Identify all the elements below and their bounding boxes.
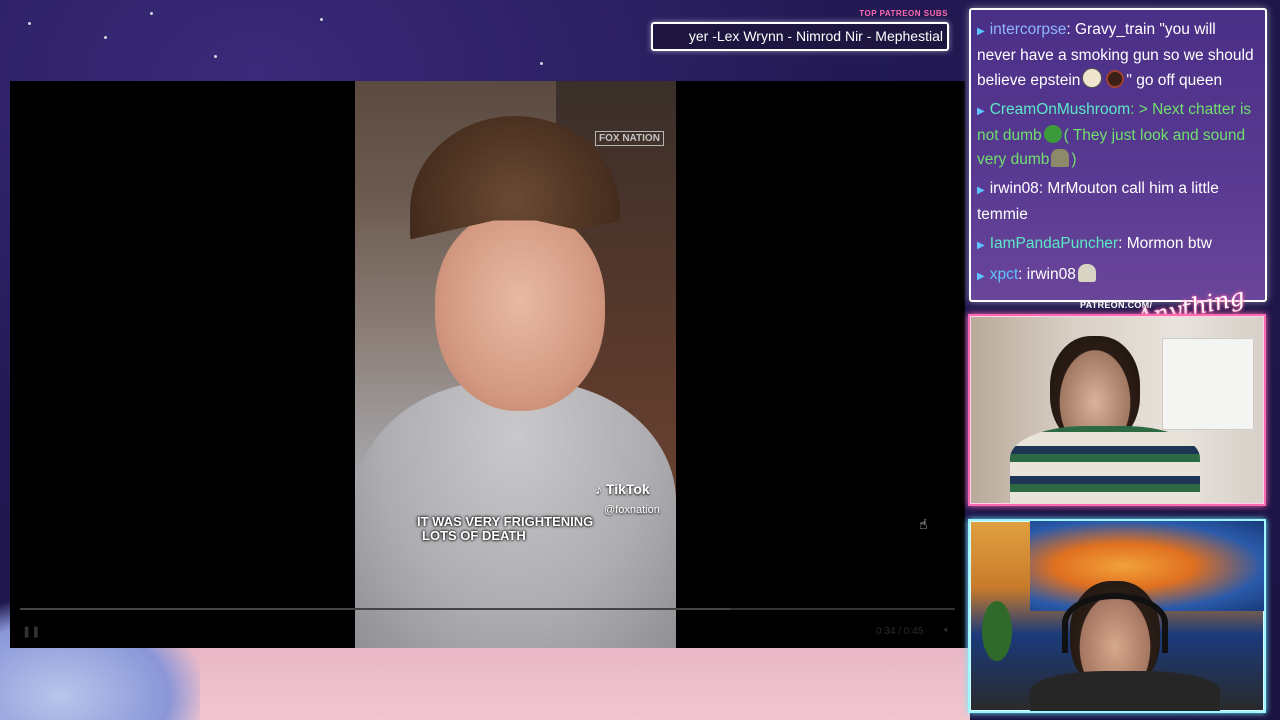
face-emote-icon <box>1082 68 1103 88</box>
background-star <box>150 12 153 15</box>
video-player[interactable]: FOX NATION ♪ TikTok @foxnation IT WAS VE… <box>10 81 965 648</box>
chat-message: ▶ CreamOnMushroom: > Next chatter is not … <box>977 98 1257 172</box>
dresser <box>1162 338 1254 430</box>
chat-panel[interactable]: ▶ intercorpse: Gravy_train "you will neve… <box>969 8 1267 302</box>
chat-message: ▶ intercorpse: Gravy_train "you will neve… <box>977 18 1257 93</box>
progress-fill <box>20 608 731 610</box>
plant <box>982 601 1012 661</box>
webcam-streamer-2 <box>968 519 1266 713</box>
background-star <box>28 22 31 25</box>
top-patreon-subs-label: TOP PATREON SUBS <box>859 9 948 18</box>
background-star <box>104 36 107 39</box>
chat-badge-icon: ▶ <box>977 185 985 196</box>
caption-line-2: LOTS OF DEATH <box>422 528 526 543</box>
chat-username[interactable]: IamPandaPuncher <box>990 235 1118 252</box>
chat-badge-icon: ▶ <box>977 26 985 37</box>
hat-emote-icon <box>1051 149 1070 167</box>
chat-username[interactable]: CreamOnMushroom <box>990 101 1130 118</box>
chat-text: " go off queen <box>1126 72 1223 89</box>
fox-nation-watermark: FOX NATION <box>595 131 664 146</box>
video-frame[interactable]: FOX NATION ♪ TikTok @foxnation IT WAS VE… <box>355 81 676 648</box>
chat-username[interactable]: irwin08 <box>990 180 1039 197</box>
chat-text: ) <box>1071 151 1077 168</box>
person-face <box>435 211 605 411</box>
patreon-subs-names: yer -Lex Wrynn - Nimrod Nir - Mephestial <box>688 28 943 44</box>
webcam-streamer-1 <box>968 314 1266 506</box>
chat-text: : Mormon btw <box>1118 235 1212 252</box>
chat-username[interactable]: intercorpse <box>990 21 1067 38</box>
chat-badge-icon: ▶ <box>977 271 985 282</box>
background-star <box>320 18 323 21</box>
chat-badge-icon: ▶ <box>977 240 985 251</box>
chat-badge-icon: ▶ <box>977 106 985 117</box>
frog-emote-icon <box>1043 125 1062 143</box>
time-readout: 0:34 / 0:45 <box>876 626 924 637</box>
chat-username[interactable]: xpct <box>990 266 1018 283</box>
caption-line-1: IT WAS VERY FRIGHTENING <box>417 514 594 529</box>
background-star <box>214 55 217 58</box>
chat-messages: ▶ intercorpse: Gravy_train "you will neve… <box>977 18 1257 294</box>
dark-emote-icon <box>1106 70 1125 88</box>
tiktok-logo: ♪ TikTok <box>595 481 650 497</box>
volume-icon[interactable]: 🔈︎ <box>944 624 951 637</box>
streamer-2-shirt <box>1030 671 1220 711</box>
video-caption: IT WAS VERY FRIGHTENING LOTS OF DEATH <box>417 515 617 543</box>
chat-message: ▶ xpct: irwin08 <box>977 263 1257 289</box>
chat-message: ▶ irwin08: MrMouton call him a little tem… <box>977 177 1257 227</box>
background-star <box>540 62 543 65</box>
ghost-emote-icon <box>1077 264 1096 282</box>
streamer-1-sweater <box>1010 426 1200 504</box>
pause-button[interactable]: ❚❚ <box>22 625 40 638</box>
patreon-subs-ticker: yer -Lex Wrynn - Nimrod Nir - Mephestial <box>651 22 949 51</box>
headphones-icon <box>1062 593 1168 653</box>
chat-message: ▶ IamPandaPuncher: Mormon btw <box>977 232 1257 258</box>
chat-text: : irwin08 <box>1018 266 1076 283</box>
mouse-cursor-icon: ☝︎ <box>919 516 928 532</box>
tiktok-brand-text: TikTok <box>605 481 650 497</box>
progress-bar[interactable] <box>20 608 955 610</box>
